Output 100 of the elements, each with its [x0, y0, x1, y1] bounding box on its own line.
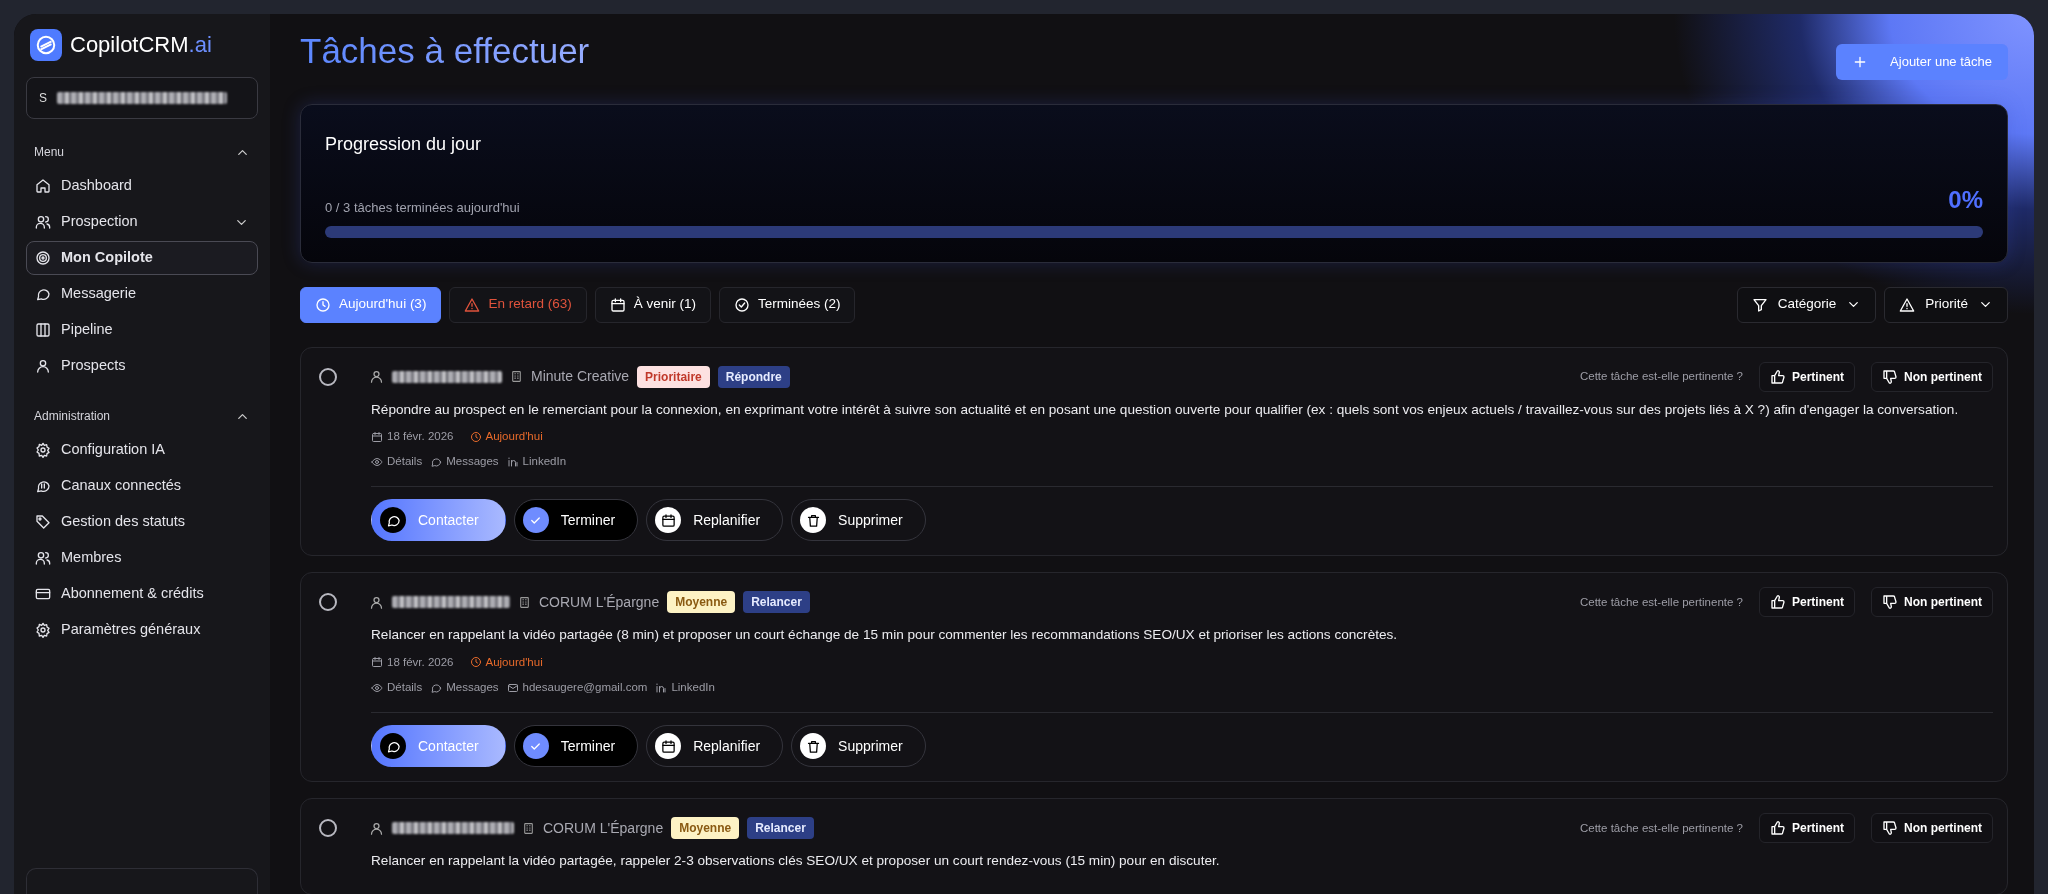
- nav-item[interactable]: Membres: [26, 541, 258, 575]
- feedback-button[interactable]: Non pertinent: [1871, 361, 1993, 392]
- clock-icon: [315, 296, 331, 313]
- chat-bubble-icon: [35, 478, 51, 494]
- filter-icon: [1751, 296, 1768, 313]
- nav-item[interactable]: Prospects: [26, 349, 258, 383]
- task-checkbox[interactable]: [319, 593, 337, 612]
- progress-summary: 0 / 3 tâches terminées aujourd'hui: [325, 199, 520, 217]
- workspace-select[interactable]: S: [26, 77, 258, 119]
- filter-dropdown[interactable]: Catégorie: [1736, 286, 1877, 323]
- task-link[interactable]: LinkedIn: [506, 453, 567, 471]
- calendar-icon: [660, 512, 676, 528]
- nav-item[interactable]: Pipeline: [26, 313, 258, 347]
- chat-bubble-icon: [430, 455, 443, 468]
- linkedin-icon: [506, 455, 519, 468]
- due-label: Aujourd'hui: [469, 427, 543, 446]
- home-icon: [35, 178, 51, 194]
- calendar-icon: [371, 430, 383, 443]
- feedback-button[interactable]: Pertinent: [1759, 813, 1855, 844]
- thumbs-up-icon: [1770, 820, 1786, 837]
- building-icon: [522, 821, 535, 835]
- nav-item[interactable]: Prospection: [26, 205, 258, 239]
- nav-item[interactable]: Paramètres généraux: [26, 613, 258, 647]
- feedback-button[interactable]: Pertinent: [1759, 361, 1855, 392]
- task-date: 18 févr. 2026: [371, 427, 454, 446]
- columns-icon: [35, 322, 51, 338]
- clock-icon: [469, 430, 482, 443]
- tag: Moyenne: [671, 817, 740, 840]
- check-circle-icon: [733, 296, 750, 313]
- credit-card-icon: [35, 586, 51, 602]
- task-checkbox[interactable]: [319, 819, 337, 838]
- user-icon: [369, 594, 384, 610]
- action-button[interactable]: Terminer: [513, 499, 639, 542]
- company-name: CORUM L'Épargne: [543, 818, 664, 838]
- target-icon: [35, 250, 51, 266]
- task-link[interactable]: Détails: [371, 679, 423, 697]
- task-link[interactable]: LinkedIn: [655, 679, 715, 697]
- tag: Relancer: [747, 817, 814, 840]
- nav-item[interactable]: Messagerie: [26, 277, 258, 311]
- filter-tab[interactable]: Terminées (2): [718, 286, 856, 323]
- due-label: Aujourd'hui: [469, 653, 543, 672]
- nav-item[interactable]: Gestion des statuts: [26, 505, 258, 539]
- section-title: Menu: [33, 144, 66, 161]
- task-description: Répondre au prospect en le remerciant pour la connexion, en exprimant votre intérêt à suivre son actualité et en posant une question ouverte pour qualifier (ex : quels sont vos enjeux actuels / travaillez-vous sur des projets liés à X ?) afin d'engager la conversation.: [371, 400, 1960, 419]
- filter-tab[interactable]: À venir (1): [594, 286, 711, 323]
- thumbs-up-icon: [1770, 594, 1786, 611]
- task-link[interactable]: Messages: [430, 679, 499, 697]
- task-link[interactable]: Messages: [430, 453, 499, 471]
- feedback-button[interactable]: Non pertinent: [1871, 587, 1993, 618]
- users-icon: [35, 214, 51, 230]
- thumbs-up-icon: [1770, 368, 1786, 385]
- task-link[interactable]: Détails: [371, 453, 423, 471]
- logo-icon: [30, 28, 62, 61]
- task-link[interactable]: hdesaugere@gmail.com: [506, 679, 648, 697]
- warning-icon: [464, 296, 481, 313]
- question-text: Cette tâche est-elle pertinente ?: [1579, 368, 1743, 384]
- progress-percent: 0%: [1948, 184, 1983, 215]
- task-date: 18 févr. 2026: [371, 653, 454, 672]
- action-button[interactable]: Terminer: [513, 725, 639, 768]
- warning-icon: [1899, 296, 1916, 313]
- thumbs-down-icon: [1882, 368, 1898, 385]
- gear-icon: [35, 442, 51, 458]
- tag: Répondre: [717, 365, 790, 388]
- trash-icon: [805, 512, 821, 528]
- chat-bubble-icon: [430, 681, 443, 694]
- trash-icon: [805, 738, 821, 754]
- clock-icon: [469, 656, 482, 669]
- calendar-icon: [371, 656, 383, 669]
- feedback-button[interactable]: Pertinent: [1759, 587, 1855, 618]
- eye-icon: [371, 681, 383, 694]
- feedback-button[interactable]: Non pertinent: [1871, 813, 1993, 844]
- calendar-icon: [660, 738, 676, 754]
- company-name: CORUM L'Épargne: [539, 592, 660, 612]
- company-name: Minute Creative: [531, 367, 630, 386]
- section-title: Administration: [33, 408, 112, 425]
- mail-icon: [506, 681, 519, 694]
- filter-tab[interactable]: En retard (63): [449, 286, 587, 323]
- nav-item[interactable]: Configuration IA: [26, 433, 258, 467]
- task-description: Relancer en rappelant la vidéo partagée (8 min) et proposer un court échange de 15 min pour commenter les recommandations SEO/UX et prioriser les actions concrètes.: [371, 626, 1399, 645]
- calendar-icon: [609, 296, 626, 313]
- nav-item[interactable]: Canaux connectés: [26, 469, 258, 503]
- eye-icon: [371, 455, 383, 468]
- tag: Moyenne: [667, 591, 736, 614]
- filter-dropdown[interactable]: Priorité: [1884, 286, 2008, 323]
- user-icon: [369, 369, 384, 384]
- task-description: Relancer en rappelant la vidéo partagée, rappeler 2-3 observations clés SEO/UX et proposer un court rendez-vous (15 min) pour en discuter.: [371, 852, 1221, 871]
- building-icon: [510, 370, 523, 383]
- tag-icon: [35, 514, 51, 530]
- user-icon: [369, 820, 384, 836]
- card-title: Progression du jour: [325, 132, 483, 156]
- nav-item[interactable]: Abonnement & crédits: [26, 577, 258, 611]
- nav-item[interactable]: Mon Copilote: [26, 241, 258, 275]
- chat-bubble-icon: [35, 286, 51, 302]
- nav-item[interactable]: Dashboard: [26, 169, 258, 203]
- question-text: Cette tâche est-elle pertinente ?: [1579, 820, 1743, 836]
- user-icon: [35, 358, 51, 374]
- task-checkbox[interactable]: [319, 367, 337, 386]
- brand-name: CopilotCRM.ai: [70, 31, 212, 59]
- thumbs-down-icon: [1882, 594, 1898, 611]
- thumbs-down-icon: [1882, 820, 1898, 837]
